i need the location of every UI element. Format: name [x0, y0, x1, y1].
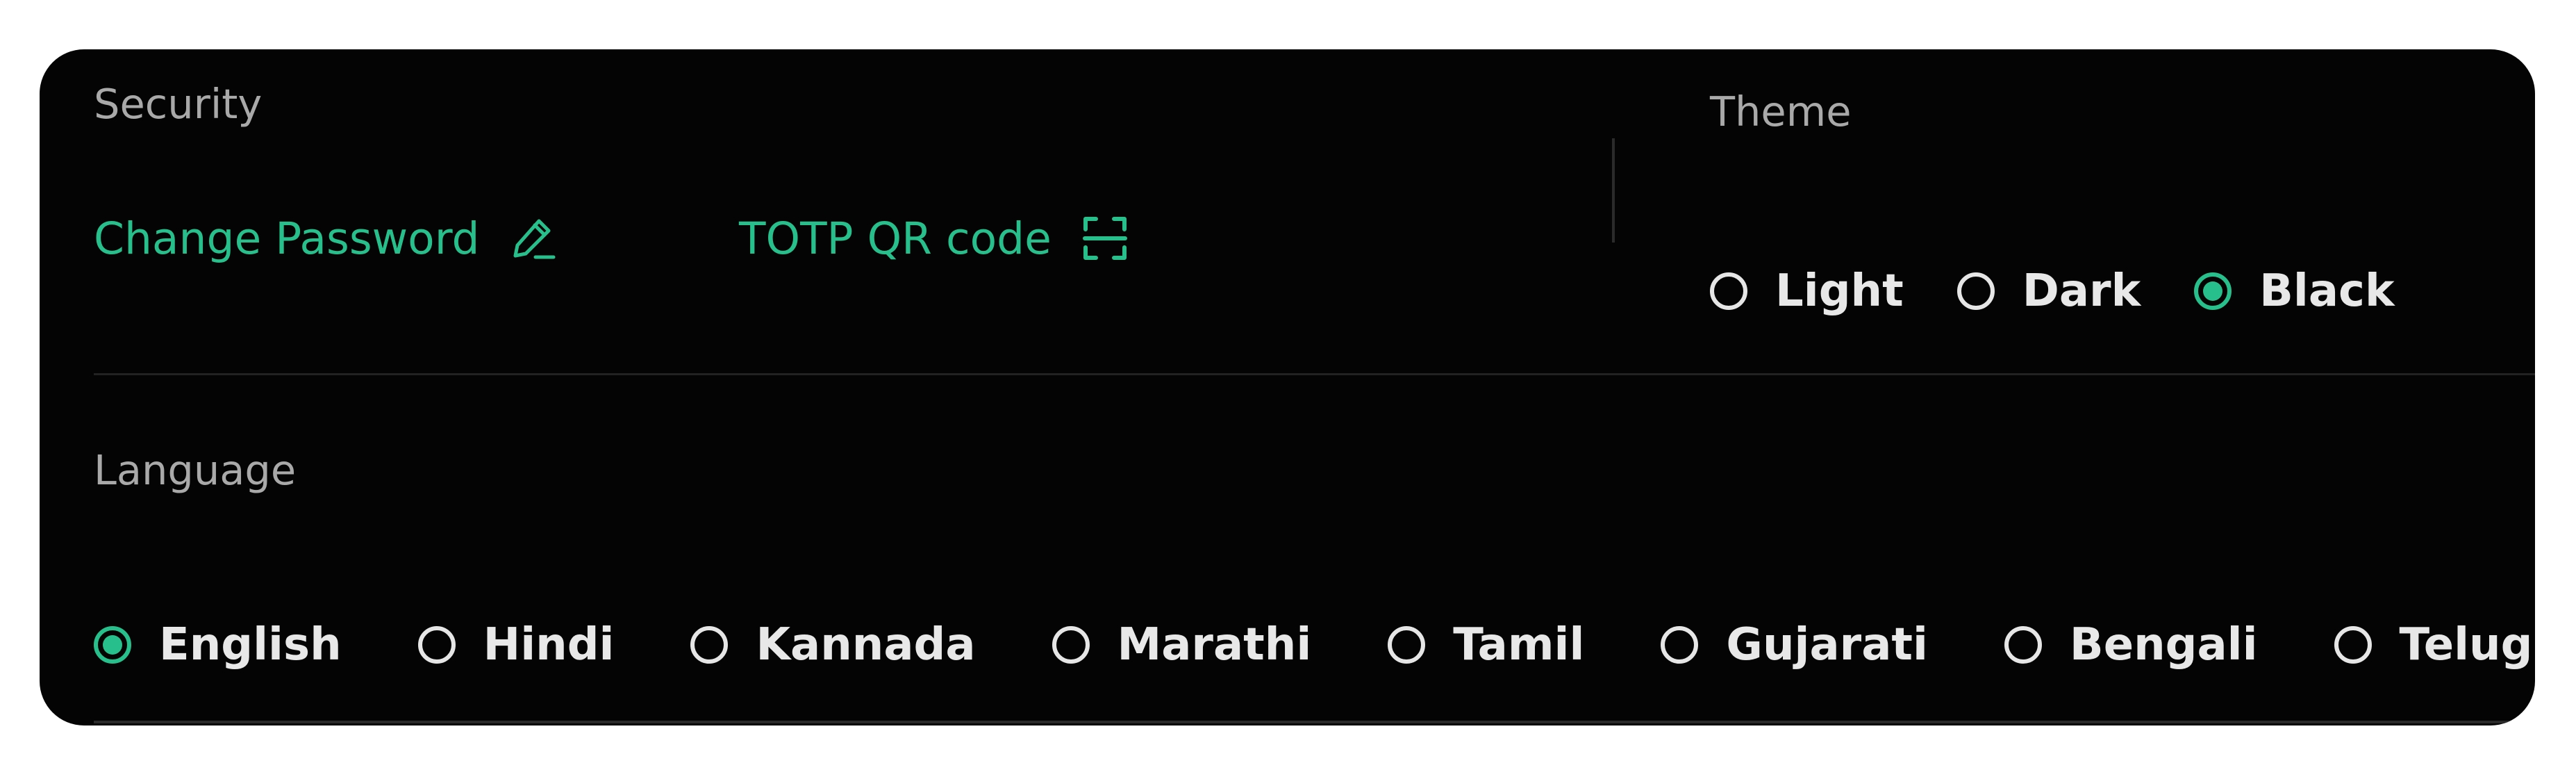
- radio-selected-icon: [2194, 272, 2232, 310]
- theme-option-dark[interactable]: Dark: [1956, 265, 2141, 317]
- language-option-label: Bengali: [2069, 619, 2258, 671]
- theme-section-label: Theme: [1710, 88, 1852, 136]
- radio-icon: [1710, 272, 1747, 310]
- language-option-label: Gujarati: [1726, 619, 1928, 671]
- theme-option-light[interactable]: Light: [1710, 269, 1904, 313]
- language-option-label: English: [159, 619, 342, 671]
- totp-qr-code-link[interactable]: TOTP QR code: [739, 215, 1128, 261]
- language-radio-group: English Hindi Kannada Marathi Tamil Guja…: [94, 623, 2535, 667]
- language-option-label: Hindi: [483, 619, 615, 671]
- radio-icon: [1956, 272, 1995, 310]
- radio-icon: [2334, 626, 2372, 664]
- radio-icon: [1052, 626, 1090, 664]
- language-option-marathi[interactable]: Marathi: [1052, 619, 1312, 671]
- language-option-telugu[interactable]: Telugu: [2334, 623, 2535, 667]
- theme-option-black[interactable]: Black: [2194, 265, 2395, 317]
- totp-qr-code-label: TOTP QR code: [739, 213, 1052, 264]
- radio-icon: [2004, 626, 2042, 664]
- theme-option-label: Light: [1775, 265, 1904, 317]
- language-option-label: Telugu: [2399, 619, 2535, 671]
- theme-radio-group: Light Dark Black: [1710, 269, 2395, 313]
- theme-option-label: Dark: [2022, 265, 2141, 317]
- language-option-label: Kannada: [756, 619, 976, 671]
- language-option-kannada[interactable]: Kannada: [690, 619, 976, 671]
- theme-option-label: Black: [2259, 265, 2395, 317]
- scan-frame-icon: [1082, 215, 1128, 261]
- language-option-label: Tamil: [1453, 619, 1585, 671]
- radio-icon: [1388, 626, 1426, 664]
- settings-panel: Security Change Password TOTP QR code Th…: [40, 49, 2535, 725]
- language-option-gujarati[interactable]: Gujarati: [1661, 623, 1928, 667]
- language-option-hindi[interactable]: Hindi: [417, 619, 615, 671]
- language-option-bengali[interactable]: Bengali: [2004, 623, 2258, 667]
- language-option-english[interactable]: English: [94, 623, 342, 667]
- language-option-label: Marathi: [1117, 619, 1312, 671]
- language-option-tamil[interactable]: Tamil: [1388, 623, 1584, 667]
- radio-icon: [690, 626, 729, 664]
- radio-icon: [1661, 626, 1699, 664]
- radio-icon: [417, 626, 456, 664]
- language-section-label: Language: [94, 446, 297, 494]
- security-section-label: Security: [94, 80, 263, 128]
- section-divider: [94, 373, 2535, 375]
- change-password-label: Change Password: [94, 213, 480, 264]
- section-divider-vertical: [1612, 138, 1615, 243]
- bottom-divider: [94, 721, 2535, 723]
- radio-selected-icon: [94, 626, 131, 664]
- pencil-icon: [510, 215, 556, 261]
- change-password-link[interactable]: Change Password: [94, 215, 556, 261]
